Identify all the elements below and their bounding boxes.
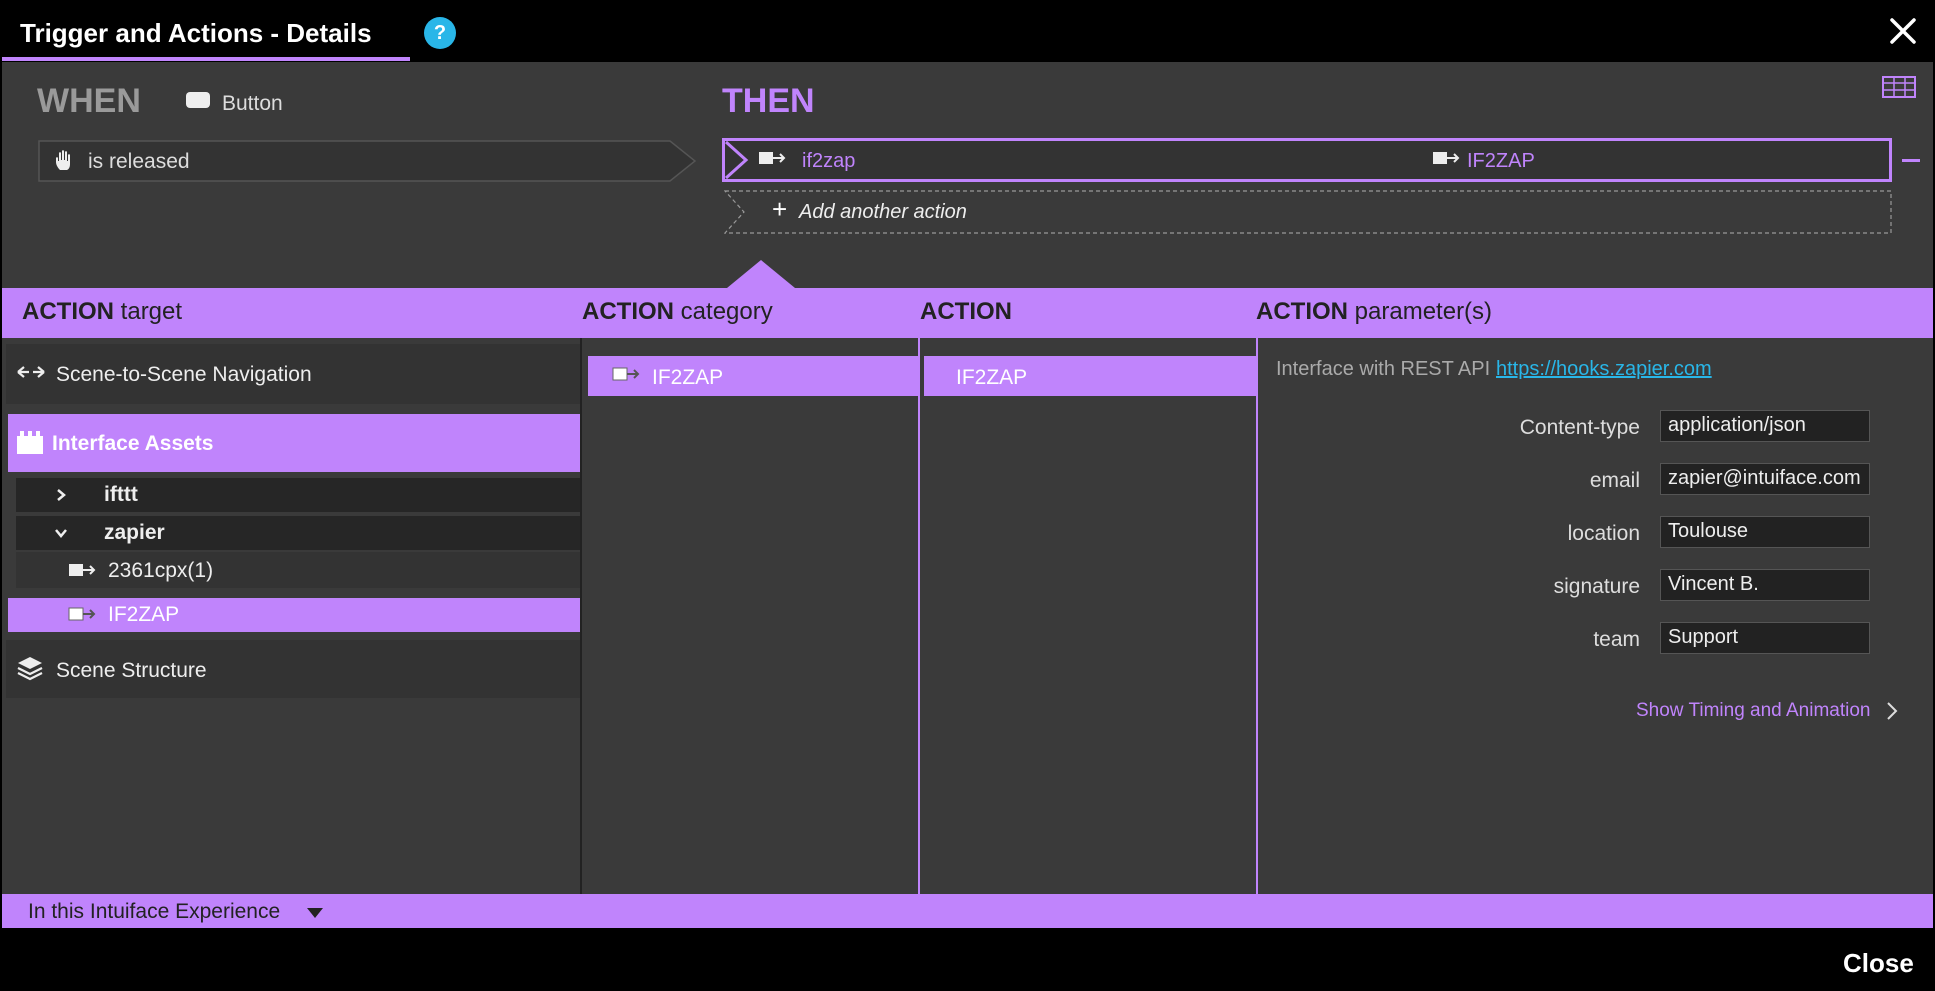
window-title: Trigger and Actions - Details xyxy=(20,18,372,48)
remove-action-icon[interactable] xyxy=(1902,159,1920,162)
show-timing-link[interactable]: Show Timing and Animation xyxy=(1636,698,1906,728)
column-divider xyxy=(918,338,920,894)
param-label-content-type: Content-type xyxy=(1519,416,1640,439)
column-divider xyxy=(580,338,582,894)
target-scene-nav[interactable]: Scene-to-Scene Navigation xyxy=(6,344,580,404)
plus-icon: + xyxy=(772,194,788,224)
selection-pointer xyxy=(727,260,795,288)
asset-item-2-label: IF2ZAP xyxy=(108,603,180,626)
button-icon xyxy=(186,92,210,108)
group-ifttt-label: ifttt xyxy=(104,483,138,506)
scope-label: In this Intuiface Experience xyxy=(28,900,281,923)
plug-icon xyxy=(69,564,96,576)
trigger-row[interactable]: is released xyxy=(38,140,696,182)
param-input-signature[interactable]: Vincent B. xyxy=(1660,569,1870,601)
action-row-shape xyxy=(722,138,1892,182)
params-description: Interface with REST API xyxy=(1276,358,1491,380)
navigation-arrows-icon xyxy=(17,366,45,378)
asset-item-2[interactable]: IF2ZAP xyxy=(8,598,580,632)
column-header-bar: ACTION target ACTION category ACTION ACT… xyxy=(2,288,1933,338)
action-panels: Scene-to-Scene Navigation Interface Asse… xyxy=(2,338,1933,894)
chevron-right-icon xyxy=(57,489,66,501)
show-timing-label: Show Timing and Animation xyxy=(1636,700,1871,721)
target-scene-structure-label: Scene Structure xyxy=(56,659,207,682)
header-action-category: ACTION category xyxy=(582,298,773,325)
add-action-button[interactable]: + Add another action xyxy=(724,190,1892,234)
header-action: ACTION xyxy=(920,298,1012,325)
then-heading: THEN xyxy=(722,82,815,120)
plug-icon xyxy=(759,152,786,164)
column-divider xyxy=(1256,338,1258,894)
close-icon[interactable] xyxy=(1886,14,1920,48)
asset-item-1[interactable]: 2361cpx(1) xyxy=(16,552,580,588)
trigger-source-label: Button xyxy=(222,92,283,115)
group-zapier[interactable]: zapier xyxy=(16,516,580,550)
action-name: if2zap xyxy=(802,150,856,172)
plug-icon xyxy=(1433,152,1460,164)
target-scene-structure[interactable]: Scene Structure xyxy=(6,640,580,698)
hand-icon xyxy=(56,150,70,170)
target-scene-nav-label: Scene-to-Scene Navigation xyxy=(56,363,312,386)
group-zapier-label: zapier xyxy=(104,521,165,544)
group-ifttt[interactable]: ifttt xyxy=(16,478,580,512)
target-interface-assets[interactable]: Interface Assets xyxy=(8,414,580,472)
param-input-team[interactable]: Support xyxy=(1660,622,1870,654)
table-icon[interactable] xyxy=(1882,76,1916,98)
action-row[interactable]: if2zap IF2ZAP xyxy=(722,138,1892,182)
add-action-label: Add another action xyxy=(799,201,967,223)
asset-item-1-label: 2361cpx(1) xyxy=(108,559,214,582)
layers-icon xyxy=(17,657,43,681)
chevron-right-icon xyxy=(1887,702,1898,720)
category-item-if2zap[interactable]: IF2ZAP xyxy=(588,356,918,396)
title-bar: Trigger and Actions - Details ? xyxy=(0,0,1935,62)
action-target: IF2ZAP xyxy=(1467,150,1535,172)
header-action-target: ACTION target xyxy=(22,298,183,325)
category-item-label: IF2ZAP xyxy=(652,366,724,389)
action-item-if2zap[interactable]: IF2ZAP xyxy=(924,356,1258,396)
param-label-team: team xyxy=(1593,628,1640,651)
plug-icon xyxy=(68,607,96,621)
param-input-email[interactable]: zapier@intuiface.com xyxy=(1660,463,1870,495)
close-button[interactable]: Close xyxy=(1843,948,1914,979)
bottom-bar: Close xyxy=(0,928,1935,991)
param-label-signature: signature xyxy=(1553,575,1640,598)
param-label-email: email xyxy=(1589,469,1640,492)
chevron-down-icon xyxy=(55,529,67,538)
dropdown-arrow-icon xyxy=(307,908,323,918)
action-item-label: IF2ZAP xyxy=(956,366,1028,389)
api-link[interactable]: https://hooks.zapier.com xyxy=(1496,358,1712,381)
target-interface-assets-label: Interface Assets xyxy=(52,432,214,455)
interface-assets-icon xyxy=(17,431,43,454)
param-input-content-type[interactable]: application/json xyxy=(1660,410,1870,442)
when-heading: WHEN xyxy=(37,82,141,120)
scope-selector[interactable]: In this Intuiface Experience xyxy=(2,894,1933,928)
help-icon[interactable]: ? xyxy=(424,17,456,49)
trigger-label: is released xyxy=(88,150,190,173)
plug-icon xyxy=(612,367,640,381)
param-label-location: location xyxy=(1567,522,1640,545)
param-input-location[interactable]: Toulouse xyxy=(1660,516,1870,548)
trigger-action-summary: WHEN Button is released THEN if2zap IF2Z… xyxy=(2,62,1933,288)
header-action-parameters: ACTION parameter(s) xyxy=(1256,298,1493,325)
title-underline xyxy=(2,57,410,61)
